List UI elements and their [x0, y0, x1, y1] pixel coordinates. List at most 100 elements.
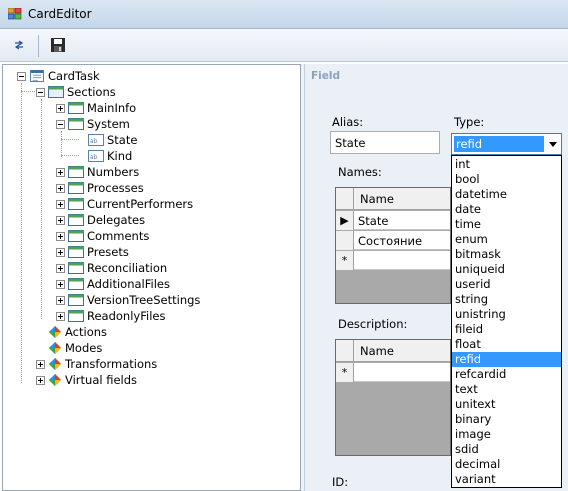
tree-node-currentperformers[interactable]: CurrentPerformers	[56, 196, 193, 212]
new-row[interactable]: *	[336, 363, 450, 382]
tree-panel[interactable]: CardTask Sections MainInfo System ab Sta…	[2, 64, 301, 491]
table-row[interactable]: Состояние	[336, 231, 450, 250]
tree-node-numbers[interactable]: Numbers	[56, 164, 139, 180]
tree-label: Processes	[87, 181, 144, 195]
expand-icon[interactable]	[56, 167, 65, 177]
type-option[interactable]: userid	[452, 277, 561, 292]
expand-icon[interactable]	[56, 103, 65, 113]
tree-node-modes[interactable]: Modes	[48, 340, 102, 356]
tree-label: VersionTreeSettings	[87, 293, 201, 307]
new-row[interactable]: *	[336, 251, 450, 270]
tree-node-comments[interactable]: Comments	[56, 228, 149, 244]
expand-icon[interactable]	[56, 263, 65, 273]
tree-node-sections[interactable]: Sections	[36, 84, 116, 100]
properties-button[interactable]	[8, 35, 30, 55]
collapse-icon[interactable]	[36, 87, 45, 97]
group-title: Field	[311, 70, 341, 82]
app-icon	[8, 8, 22, 20]
section-icon	[68, 102, 84, 114]
tree-label: AdditionalFiles	[87, 277, 170, 291]
section-icon	[68, 246, 84, 258]
tree-node-delegates[interactable]: Delegates	[56, 212, 145, 228]
type-option[interactable]: sdid	[452, 442, 561, 457]
tree-node-processes[interactable]: Processes	[56, 180, 144, 196]
description-label: Description:	[338, 317, 408, 331]
expand-icon[interactable]	[36, 375, 45, 385]
table-cell[interactable]: State	[358, 214, 388, 228]
type-option[interactable]: bool	[452, 172, 561, 187]
tree-label: Kind	[107, 149, 133, 163]
column-header-name[interactable]: Name	[360, 344, 394, 358]
tree-node-cardtask[interactable]: CardTask	[17, 68, 100, 84]
expand-icon[interactable]	[56, 279, 65, 289]
table-cell[interactable]: Состояние	[358, 234, 422, 248]
type-option[interactable]: unitext	[452, 397, 561, 412]
type-option[interactable]: enum	[452, 232, 561, 247]
type-option[interactable]: uniqueid	[452, 262, 561, 277]
expand-icon[interactable]	[56, 247, 65, 257]
type-select[interactable]: refid	[451, 133, 562, 155]
description-grid[interactable]: Name *	[335, 339, 451, 456]
type-option[interactable]: float	[452, 337, 561, 352]
tree-label: Numbers	[87, 165, 140, 179]
type-option[interactable]: text	[452, 382, 561, 397]
tree-node-readonlyfiles[interactable]: ReadonlyFiles	[56, 308, 165, 324]
toolbar-separator	[38, 35, 39, 57]
names-grid[interactable]: Name ▶ State Состояние *	[335, 187, 451, 304]
tree-label: Virtual fields	[65, 373, 138, 387]
section-icon	[68, 294, 84, 306]
save-icon	[51, 38, 65, 52]
column-header-name[interactable]: Name	[360, 192, 394, 206]
tree-label: Actions	[65, 325, 108, 339]
type-option[interactable]: datetime	[452, 187, 561, 202]
type-option[interactable]: image	[452, 427, 561, 442]
type-selected-value: refid	[454, 136, 544, 152]
tree-node-presets[interactable]: Presets	[56, 244, 129, 260]
tree-node-versiontreesettings[interactable]: VersionTreeSettings	[56, 292, 200, 308]
type-option[interactable]: variant	[452, 472, 561, 487]
type-option[interactable]: refid	[452, 352, 561, 367]
toolbar	[0, 29, 568, 62]
actions-icon	[49, 326, 61, 338]
expand-icon[interactable]	[56, 215, 65, 225]
virtual-fields-icon	[49, 374, 61, 386]
tree-node-state[interactable]: ab State	[88, 132, 137, 148]
tree-node-kind[interactable]: ab Kind	[88, 148, 132, 164]
type-option[interactable]: date	[452, 202, 561, 217]
type-option[interactable]: int	[452, 157, 561, 172]
expand-icon[interactable]	[56, 311, 65, 321]
type-option[interactable]: binary	[452, 412, 561, 427]
alias-input[interactable]: State	[330, 131, 440, 154]
expand-icon[interactable]	[56, 183, 65, 193]
collapse-icon[interactable]	[56, 119, 65, 129]
new-row-icon: *	[336, 363, 354, 382]
type-option[interactable]: bitmask	[452, 247, 561, 262]
expand-icon[interactable]	[56, 295, 65, 305]
type-option[interactable]: time	[452, 217, 561, 232]
tree-node-additionalfiles[interactable]: AdditionalFiles	[56, 276, 170, 292]
section-icon	[68, 278, 84, 290]
tree-label: Modes	[65, 341, 103, 355]
type-label: Type:	[454, 115, 485, 129]
tree-node-actions[interactable]: Actions	[48, 324, 107, 340]
tree-node-maininfo[interactable]: MainInfo	[56, 100, 136, 116]
tree-node-system[interactable]: System	[56, 116, 130, 132]
type-option[interactable]: refcardid	[452, 367, 561, 382]
window-title: CardEditor	[28, 7, 92, 21]
expand-icon[interactable]	[36, 359, 45, 369]
collapse-icon[interactable]	[17, 71, 26, 81]
type-option[interactable]: fileid	[452, 322, 561, 337]
table-row[interactable]: ▶ State	[336, 211, 450, 230]
type-option[interactable]: unistring	[452, 307, 561, 322]
type-option[interactable]: decimal	[452, 457, 561, 472]
expand-icon[interactable]	[56, 231, 65, 241]
row-header-corner	[336, 340, 354, 362]
type-dropdown-list[interactable]: int bool datetime date time enum bitmask unique…	[451, 155, 562, 488]
type-option[interactable]: string	[452, 292, 561, 307]
save-button[interactable]	[47, 35, 69, 55]
chevron-down-icon[interactable]	[549, 142, 557, 147]
tree-node-transformations[interactable]: Transformations	[36, 356, 157, 372]
tree-node-virtual-fields[interactable]: Virtual fields	[36, 372, 137, 388]
tree-node-reconciliation[interactable]: Reconciliation	[56, 260, 167, 276]
expand-icon[interactable]	[56, 199, 65, 209]
